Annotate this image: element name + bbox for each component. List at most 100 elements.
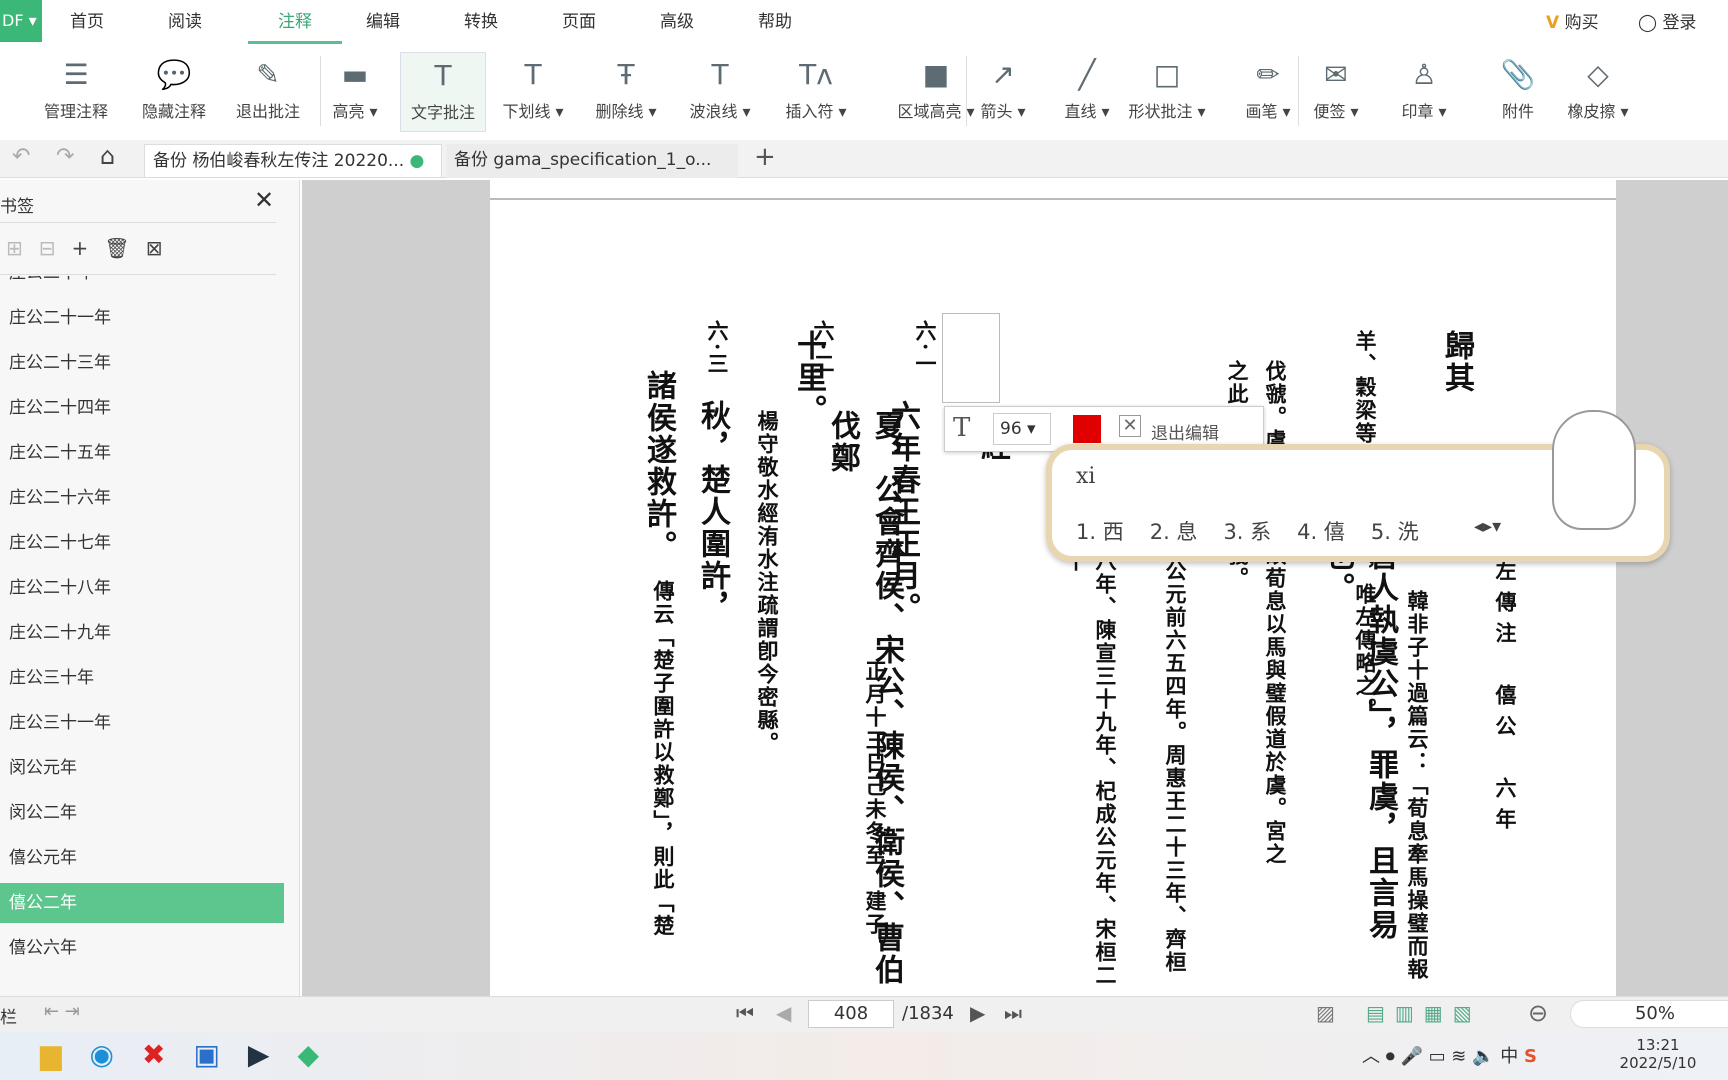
bookmark-item[interactable]: 庄公二十七年	[0, 523, 284, 563]
text-column: 傳云「楚子圍許以救鄭」，則此「楚	[651, 580, 676, 938]
photos-icon[interactable]: ▣	[193, 1038, 247, 1071]
file-explorer-icon[interactable]: ▆	[40, 1038, 90, 1071]
ime-candidate[interactable]: 3. 系	[1223, 520, 1271, 544]
mascot-sticker	[1552, 410, 1636, 530]
menu-1[interactable]: 阅读	[168, 0, 202, 44]
text-column: 六·一	[913, 320, 938, 376]
menu-2[interactable]: 注释	[248, 0, 342, 44]
system-tray-icons[interactable]: ︿ ⏺ 🎤 ▭ ≋ 🔈 中 S	[1362, 1042, 1537, 1068]
ime-candidate[interactable]: 1. 西	[1076, 520, 1124, 544]
wavy-line-button[interactable]: T 波浪线 ▾	[680, 52, 760, 132]
stamp-button[interactable]: ♙ 印章 ▾	[1392, 52, 1456, 132]
hide-annotations-button[interactable]: 💬 隐藏注释	[132, 52, 216, 132]
edge-icon[interactable]: ◉	[90, 1038, 142, 1071]
area-highlight-button[interactable]: ■ 区域高亮 ▾	[890, 52, 982, 132]
menu-5[interactable]: 页面	[562, 0, 596, 44]
menu-0[interactable]: 首页	[70, 0, 104, 44]
bookmark-item[interactable]: 庄公二十三年	[0, 343, 284, 383]
bookmark-item[interactable]: 闵公元年	[0, 748, 284, 788]
text-annotation-button[interactable]: T 文字批注	[400, 52, 486, 132]
menu-4[interactable]: 转换	[464, 0, 498, 44]
bookmark-item[interactable]: 庄公三十一年	[0, 703, 284, 743]
prev-page-icon[interactable]: ◀	[776, 1001, 791, 1025]
view-mode-icons[interactable]: ▤▥▦▧	[1366, 1001, 1482, 1025]
bookmark-item[interactable]: 庄公二十年	[0, 276, 284, 293]
new-tab-button[interactable]: +	[754, 142, 776, 172]
pen-button[interactable]: ✏ 画笔 ▾	[1236, 52, 1300, 132]
next-page-icon[interactable]: ▶	[970, 1001, 985, 1025]
highlight-button[interactable]: ▬ 高亮 ▾	[330, 52, 380, 132]
text-column: 歸其	[1439, 330, 1474, 394]
zoom-out-icon[interactable]: ⊖	[1528, 999, 1548, 1027]
page-input[interactable]: 408	[808, 1000, 894, 1028]
bookmark-item[interactable]: 庄公二十六年	[0, 478, 284, 518]
page-header: 左傳注 僖公 六年	[1493, 560, 1518, 839]
eraser-button[interactable]: ◇ 橡皮擦 ▾	[1556, 52, 1640, 132]
login-button[interactable]: ◯ 登录	[1638, 8, 1696, 33]
tab-document-1[interactable]: 备份 杨伯峻春秋左传注 20220... ●	[144, 144, 442, 178]
text-annotation-box[interactable]	[942, 313, 1000, 403]
add-icon[interactable]: +	[72, 236, 105, 260]
first-page-icon[interactable]: ⏮	[736, 1001, 754, 1025]
caret-button[interactable]: Tʌ 插入符 ▾	[776, 52, 856, 132]
font-size-select[interactable]: 96 ▾	[993, 413, 1051, 445]
underline-button[interactable]: T 下划线 ▾	[496, 52, 570, 132]
shape-button[interactable]: □ 形状批注 ▾	[1120, 52, 1214, 132]
bookmark-item[interactable]: 庄公二十一年	[0, 298, 284, 338]
last-page-icon[interactable]: ⏭	[1004, 1001, 1022, 1025]
exit-edit-icon[interactable]: ✕	[1119, 415, 1141, 437]
taskbar-apps[interactable]: ▆◉✖▣▶◆	[40, 1038, 347, 1071]
bookmark-item[interactable]: 庄公二十四年	[0, 388, 284, 428]
bookmark-item[interactable]: 庄公二十五年	[0, 433, 284, 473]
bookmark-item[interactable]: 僖公二年	[0, 883, 284, 923]
undo-icon[interactable]: ↶	[12, 144, 30, 169]
attachment-button[interactable]: 📎 附件	[1490, 52, 1546, 132]
document-viewport[interactable]: 左傳注 僖公 六年歸其韓非子十過篇云：「荀息牽馬操璧而報羊、穀梁等書皆有此言，唯…	[302, 180, 1728, 996]
zoom-select[interactable]: 50%	[1570, 1000, 1728, 1028]
nav-back-icon[interactable]: ⇤ ⇥	[44, 1001, 80, 1022]
bookmark-item[interactable]: 僖公六年	[0, 928, 284, 968]
terminal-icon[interactable]: ▶	[248, 1038, 298, 1071]
font-icon[interactable]: T	[953, 413, 970, 443]
clock[interactable]: 13:21 2022/5/10	[1618, 1036, 1698, 1072]
redo-icon[interactable]: ↷	[56, 144, 74, 169]
delete-icon[interactable]: 🗑	[104, 236, 145, 260]
bookmark-item[interactable]: 庄公三十年	[0, 658, 284, 698]
text-column: 十里。	[791, 330, 826, 426]
ime-candidate[interactable]: 4. 僖	[1297, 520, 1345, 544]
home-icon[interactable]: ⌂	[100, 142, 115, 170]
menu-7[interactable]: 帮助	[758, 0, 792, 44]
bookmark-item[interactable]: 僖公元年	[0, 838, 284, 878]
menu-6[interactable]: 高级	[660, 0, 694, 44]
remove-child-icon[interactable]: ⊟	[39, 236, 72, 260]
caret-icon: Tʌ	[799, 58, 833, 91]
bookmark-item[interactable]: 庄公二十九年	[0, 613, 284, 653]
ime-candidate-window: xi 1. 西 2. 息 3. 系 4. 僖 5. 洗 ◂▸▾	[1046, 410, 1670, 562]
strikethrough-button[interactable]: Ŧ 删除线 ▾	[586, 52, 666, 132]
delete-all-icon[interactable]: ⊠	[146, 236, 179, 260]
background-icon[interactable]: ▨	[1316, 1001, 1335, 1025]
line-button[interactable]: ╱ 直线 ▾	[1060, 52, 1114, 132]
buy-button[interactable]: V 购买	[1546, 8, 1599, 33]
app-x-icon[interactable]: ✖	[142, 1038, 193, 1071]
tab-bar: ↶ ↷ ⌂ 备份 杨伯峻春秋左传注 20220... ● 备份 gama_spe…	[0, 140, 1728, 178]
ime-candidate[interactable]: 5. 洗	[1371, 520, 1419, 544]
note-button[interactable]: ✉ 便签 ▾	[1306, 52, 1366, 132]
arrow-button[interactable]: ↗ 箭头 ▾	[976, 52, 1030, 132]
manage-annotations-button[interactable]: ☰ 管理注释	[34, 52, 118, 132]
menu-bar: DF ▾ 首页 阅读 注释 编辑 转换 页面 高级 帮助 V 购买 ◯ 登录	[0, 0, 1728, 44]
exit-annotation-button[interactable]: ✎ 退出批注	[226, 52, 310, 132]
pdf-app-icon[interactable]: ◆	[297, 1038, 347, 1071]
ime-page-arrows[interactable]: ◂▸▾	[1474, 516, 1501, 537]
color-swatch[interactable]	[1073, 415, 1101, 443]
add-child-icon[interactable]: ⊞	[6, 236, 39, 260]
close-icon[interactable]: ✕	[254, 186, 274, 214]
strikethrough-icon: Ŧ	[617, 58, 635, 91]
bookmark-item[interactable]: 庄公二十八年	[0, 568, 284, 608]
exit-edit-button[interactable]: 退出编辑	[1151, 419, 1219, 444]
ime-candidate[interactable]: 2. 息	[1150, 520, 1198, 544]
tab-document-2[interactable]: 备份 gama_specification_1_o...	[446, 144, 738, 178]
menu-3[interactable]: 编辑	[366, 0, 400, 44]
app-logo[interactable]: DF ▾	[0, 0, 42, 42]
bookmark-item[interactable]: 闵公二年	[0, 793, 284, 833]
